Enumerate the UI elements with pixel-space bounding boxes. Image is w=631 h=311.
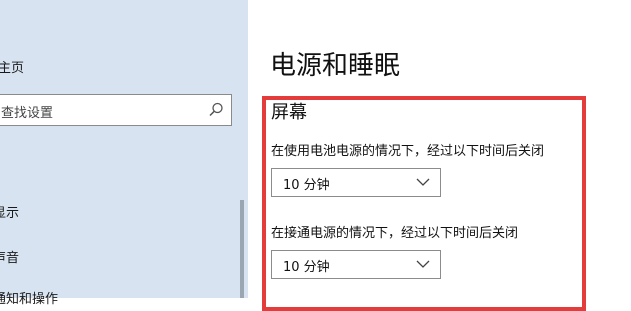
sidebar-item-display[interactable]: 显示 — [0, 202, 19, 221]
page-title: 电源和睡眠 — [270, 51, 401, 81]
section-title-screen: 屏幕 — [271, 102, 307, 123]
battery-timeout-label: 在使用电池电源的情况下，经过以下时间后关闭 — [271, 144, 545, 159]
sidebar-item-home[interactable]: 主页 — [0, 57, 24, 76]
sidebar-item-label: 主页 — [0, 61, 25, 76]
sidebar-item-sound[interactable]: 声音 — [0, 247, 19, 266]
search-input[interactable]: 查找设置 — [0, 94, 232, 126]
sidebar-scrollbar[interactable] — [240, 200, 244, 298]
dropdown-value: 10 分钟 — [283, 178, 330, 193]
sidebar-item-label: 声音 — [0, 251, 20, 266]
sidebar: 主页 查找设置 显示 声音 通知和操作 — [0, 0, 248, 307]
chevron-down-icon — [416, 178, 430, 186]
sidebar-item-label: 显示 — [0, 206, 20, 221]
dropdown-value: 10 分钟 — [283, 260, 330, 275]
plugged-in-timeout-dropdown[interactable]: 10 分钟 — [271, 250, 441, 279]
search-placeholder: 查找设置 — [1, 106, 54, 121]
chevron-down-icon — [416, 260, 430, 268]
sidebar-item-label: 通知和操作 — [0, 292, 59, 307]
plugged-in-timeout-label: 在接通电源的情况下，经过以下时间后关闭 — [271, 226, 519, 241]
search-icon[interactable] — [207, 101, 225, 119]
battery-timeout-dropdown[interactable]: 10 分钟 — [271, 168, 441, 197]
